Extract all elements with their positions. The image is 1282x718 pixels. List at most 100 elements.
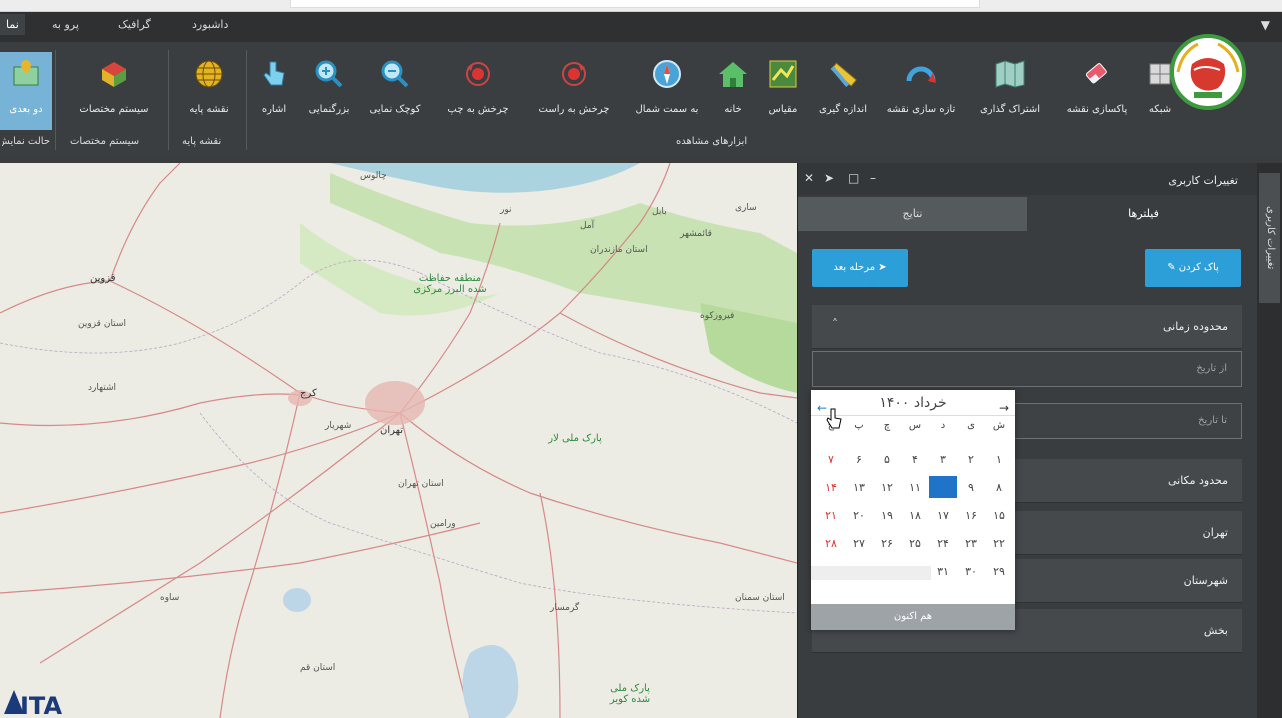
close-icon[interactable]: ✕ <box>804 171 814 185</box>
map-label-qom-province: استان قم <box>300 663 336 673</box>
calendar-week-row: ۱ ۲ ۳ ۴ ۵ ۶ ۷ <box>811 448 1015 474</box>
pin-icon[interactable]: ➤ <box>824 171 834 185</box>
map-label-garmsar: گرمسار <box>550 603 580 613</box>
zoom-in-button[interactable]: بزرگنمایی <box>298 52 360 130</box>
calendar-day[interactable]: ۱۴ <box>817 481 845 494</box>
time-range-section[interactable]: ˄ محدوده زمانی <box>812 305 1242 349</box>
pointer-button[interactable]: اشاره <box>248 52 300 130</box>
share-map-icon <box>992 56 1028 92</box>
calendar-day[interactable]: ۲۲ <box>985 537 1013 550</box>
calendar-day[interactable]: ۲۳ <box>957 537 985 550</box>
calendar-day[interactable]: ۱۷ <box>929 509 957 522</box>
group-base-map: نقشه پایه <box>182 136 222 147</box>
hand-pointer-icon <box>256 56 292 92</box>
map-label-mazandaran: استان مازندران <box>590 245 648 255</box>
share-map-button[interactable]: اشتراک گذاری <box>970 52 1050 130</box>
map-label-eshtehard: اشتهارد <box>88 383 117 393</box>
calendar-day[interactable]: ۸ <box>985 481 1013 494</box>
tab-view[interactable]: نما <box>0 14 25 35</box>
zoom-out-button[interactable]: کوچک نمایی <box>360 52 430 130</box>
tab-dashboard[interactable]: داشبورد <box>192 18 228 31</box>
compass-icon <box>649 56 685 92</box>
calendar-day[interactable]: ۱۱ <box>901 481 929 494</box>
calendar-day[interactable]: ۳ <box>929 453 957 466</box>
rotate-right-button[interactable]: چرخش به راست <box>528 52 620 130</box>
home-button[interactable]: خانه <box>708 52 758 130</box>
map-label-babol: بابل <box>652 207 667 217</box>
calendar-day[interactable]: ۲۵ <box>901 537 929 550</box>
map-label-tehran-province: استان تهران <box>398 479 444 489</box>
next-month-icon[interactable]: → <box>999 395 1009 421</box>
group-view-tools: ابزارهای مشاهده <box>676 136 748 147</box>
tab-filters[interactable]: فیلترها <box>1029 197 1258 231</box>
calendar-day[interactable]: ۲۶ <box>873 537 901 550</box>
calendar-day[interactable]: ۲۸ <box>817 537 845 550</box>
clear-map-button[interactable]: پاکسازی نقشه <box>1054 52 1140 130</box>
map-label-qaemshahr: قائمشهر <box>680 229 712 239</box>
calendar-day[interactable]: ۱۵ <box>985 509 1013 522</box>
calendar-day[interactable]: ۲۹ <box>985 565 1013 578</box>
calendar-day[interactable]: ۵ <box>873 453 901 466</box>
now-button[interactable]: هم اکنون <box>811 604 1015 630</box>
map-label-noor: نور <box>500 205 512 215</box>
tab-project[interactable]: پرو به <box>52 18 79 31</box>
calendar-day[interactable]: ۲۷ <box>845 537 873 550</box>
calendar-day[interactable]: ۱۶ <box>957 509 985 522</box>
calendar-day[interactable]: ۳۱ <box>929 565 957 578</box>
calendar-day-selected[interactable]: ۱۰ <box>929 476 957 498</box>
calendar-week-row: ۲۲ ۲۳ ۲۴ ۲۵ ۲۶ ۲۷ ۲۸ <box>811 532 1015 558</box>
map-2d-button[interactable]: دو بعدی <box>0 52 52 130</box>
map-canvas[interactable]: قزوین استان قزوین کرج تهران شهریار استان… <box>0 163 797 718</box>
maximize-icon[interactable]: □ <box>848 171 859 185</box>
next-step-button[interactable]: ➤ مرحله بعد <box>812 249 908 287</box>
calendar-day[interactable]: ۱۲ <box>873 481 901 494</box>
side-tab-column: تغییرات کاربری <box>1257 163 1282 718</box>
calendar-day[interactable]: ۹ <box>957 481 985 494</box>
map-basemap <box>0 163 797 718</box>
chevron-down-icon[interactable]: ▼ <box>1261 18 1270 32</box>
side-tab-user-changes[interactable]: تغییرات کاربری <box>1259 173 1280 303</box>
chevron-up-icon: ˄ <box>832 317 838 331</box>
map-label-firuzkuh: فیروزکوه <box>700 311 735 321</box>
refresh-map-button[interactable]: تازه سازی نقشه <box>878 52 964 130</box>
map-2d-icon <box>8 56 44 92</box>
minimize-icon[interactable]: – <box>870 171 876 185</box>
address-bar-remnant <box>290 0 980 8</box>
calendar-day[interactable]: ۷ <box>817 453 845 466</box>
scale-icon <box>765 56 801 92</box>
calendar-day[interactable]: ۱۸ <box>901 509 929 522</box>
calendar-day[interactable]: ۲۱ <box>817 509 845 522</box>
base-map-button[interactable]: نقشه پایه <box>176 52 242 130</box>
scale-button[interactable]: مقیاس <box>756 52 810 130</box>
refresh-icon <box>903 56 939 92</box>
map-label-amol: آمل <box>580 221 595 231</box>
vendor-logo: ITA <box>0 684 80 718</box>
organization-logo <box>1164 30 1252 114</box>
calendar-day[interactable]: ۴ <box>901 453 929 466</box>
tab-graphics[interactable]: گرافیک <box>118 18 151 31</box>
eraser-icon: ✎ <box>1167 262 1176 273</box>
map-label-sari: ساری <box>735 203 757 213</box>
tab-results[interactable]: نتایج <box>798 197 1027 231</box>
map-label-qazvin-province: استان قزوین <box>78 319 126 329</box>
svg-text:ITA: ITA <box>20 692 62 718</box>
calendar-week-row: ۲۹ ۳۰ ۳۱ <box>811 560 1015 586</box>
calendar-day[interactable]: ۱۳ <box>845 481 873 494</box>
map-label-chaloos: چالوس <box>360 171 387 181</box>
measure-button[interactable]: اندازه گیری <box>808 52 878 130</box>
from-date-input[interactable]: از تاریخ <box>812 351 1242 387</box>
calendar-day[interactable]: ۶ <box>845 453 873 466</box>
calendar-day[interactable]: ۱ <box>985 453 1013 466</box>
clear-button[interactable]: پاک کردن ✎ <box>1145 249 1241 287</box>
calendar-day[interactable]: ۲۰ <box>845 509 873 522</box>
rotate-left-button[interactable]: چرخش به چپ <box>436 52 520 130</box>
coordinate-system-icon <box>96 56 132 92</box>
calendar-day[interactable]: ۲۴ <box>929 537 957 550</box>
map-label-shahriar: شهریار <box>325 421 352 431</box>
browser-strip <box>0 0 1282 12</box>
calendar-day[interactable]: ۱۹ <box>873 509 901 522</box>
calendar-day[interactable]: ۳۰ <box>957 565 985 578</box>
north-button[interactable]: به سمت شمال <box>626 52 708 130</box>
calendar-day[interactable]: ۲ <box>957 453 985 466</box>
coord-system-button[interactable]: سیستم مختصات <box>66 52 162 130</box>
